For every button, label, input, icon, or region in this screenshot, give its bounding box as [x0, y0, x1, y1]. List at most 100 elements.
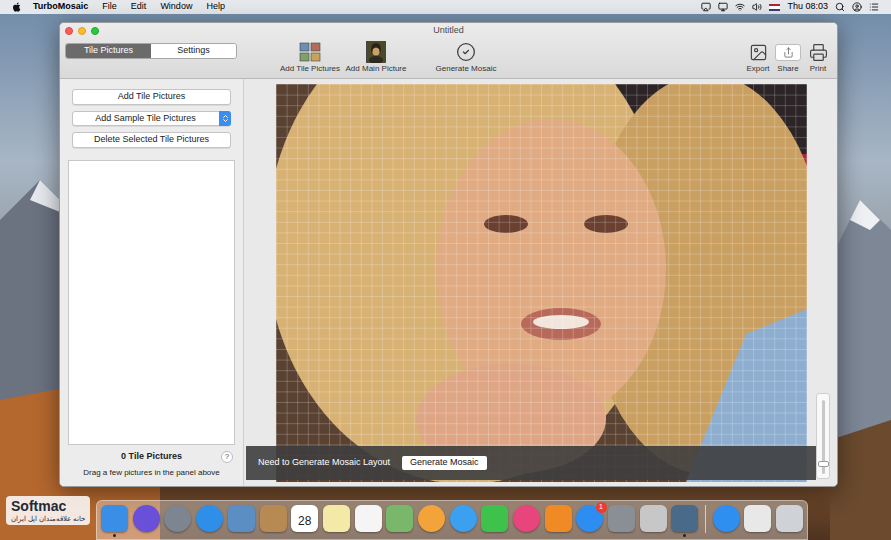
mosaic-preview — [276, 84, 807, 482]
dock-item[interactable] — [744, 505, 771, 539]
flag-icon[interactable] — [769, 4, 780, 11]
app-window: Untitled Tile PicturesSettings Add Tile Pi… — [59, 22, 838, 487]
menu-item[interactable]: Edit — [131, 0, 147, 14]
toolbar: Tile PicturesSettings Add Tile PicturesAd… — [60, 39, 837, 78]
dock-item[interactable] — [133, 505, 160, 539]
sidebar-button[interactable]: Add Tile Pictures — [72, 89, 231, 105]
zoom-track — [822, 400, 825, 474]
app-icon — [481, 505, 508, 532]
zoom-button[interactable] — [91, 27, 99, 35]
dock-item[interactable] — [164, 505, 191, 539]
dock-item[interactable] — [640, 505, 667, 539]
menu-item[interactable]: File — [102, 0, 117, 14]
drag-hint: Drag a few pictures in the panel above — [60, 467, 243, 479]
sidebar: Add Tile Pictures Add Sample Tile Picture… — [60, 79, 244, 486]
app-icon: 28 — [291, 505, 318, 532]
help-button[interactable]: ? — [221, 451, 233, 463]
dropdown-button[interactable]: Add Sample Tile Pictures — [72, 111, 231, 127]
spotlight-icon[interactable] — [835, 2, 845, 12]
dock-item[interactable] — [418, 505, 445, 539]
toolbar-button[interactable]: Generate Mosaic — [433, 39, 499, 75]
traffic-lights — [65, 27, 99, 35]
dock-item[interactable] — [450, 505, 477, 539]
menu-item[interactable]: Help — [206, 0, 225, 14]
sidebar-button[interactable]: Delete Selected Tile Pictures — [72, 132, 231, 148]
running-dot — [683, 534, 686, 537]
dock-badge: 1 — [596, 502, 607, 513]
tile-list[interactable] — [68, 160, 235, 445]
display-icon[interactable] — [718, 2, 728, 12]
dock-item[interactable] — [713, 505, 740, 539]
calendar-date: 28 — [298, 515, 311, 527]
tile-count-row: 0 Tile Pictures? — [60, 450, 243, 464]
share-icon — [783, 47, 794, 58]
dock-item[interactable] — [355, 505, 382, 539]
check-circle-icon — [456, 42, 476, 62]
user-icon[interactable] — [852, 2, 862, 12]
dock-item[interactable] — [196, 505, 223, 539]
window-body: Add Tile Pictures Add Sample Tile Picture… — [60, 79, 837, 486]
tab[interactable]: Tile Pictures — [66, 44, 151, 58]
app-icon — [196, 505, 223, 532]
toolbar-button[interactable]: Add Tile Pictures — [277, 39, 343, 75]
toolbar-button[interactable]: Print — [803, 39, 833, 75]
menu-item[interactable]: Window — [160, 0, 192, 14]
title-bar: Untitled — [60, 23, 837, 39]
minimize-button[interactable] — [78, 27, 86, 35]
dock-item[interactable] — [513, 505, 540, 539]
app-icon — [260, 505, 287, 532]
generate-mosaic-button[interactable]: Generate Mosaic — [402, 456, 487, 470]
app-icon — [671, 505, 698, 532]
dock-item[interactable] — [776, 505, 803, 539]
apple-icon[interactable] — [12, 2, 21, 12]
app-icon — [608, 505, 635, 532]
zoom-thumb[interactable] — [818, 461, 829, 467]
tab[interactable]: Settings — [151, 44, 236, 58]
app-icon — [744, 505, 771, 532]
menu-bar: TurboMosaic File Edit Window Help Thu 08:03 — [0, 0, 891, 14]
dock-item[interactable] — [671, 505, 698, 539]
zoom-slider[interactable] — [816, 393, 830, 479]
app-icon — [418, 505, 445, 532]
dock: 28 1 — [96, 500, 808, 540]
airplay-icon[interactable] — [701, 2, 711, 12]
dock-item[interactable] — [259, 505, 286, 539]
app-icon — [640, 505, 667, 532]
clock[interactable]: Thu 08:03 — [787, 0, 828, 14]
dock-item[interactable]: 1 — [576, 505, 603, 539]
watermark-tagline: خانه علاقه‌مندان اپل ایران — [11, 514, 85, 523]
volume-icon[interactable] — [752, 2, 762, 12]
app-menu[interactable]: TurboMosaic — [33, 0, 88, 14]
dock-item[interactable] — [608, 505, 635, 539]
app-icon — [776, 505, 803, 532]
toolbar-button[interactable]: Share — [773, 39, 803, 75]
dock-item[interactable] — [481, 505, 508, 539]
dock-item[interactable] — [323, 505, 350, 539]
toolbar-button[interactable]: Add Main Picture — [343, 39, 409, 75]
mosaic-area: Need to Generate Mosaic LayoutGenerate M… — [244, 79, 837, 486]
status-area: Thu 08:03 — [701, 0, 879, 14]
desktop: TurboMosaic File Edit Window Help Thu 08:03 Un… — [0, 0, 891, 540]
wifi-icon[interactable] — [735, 2, 745, 12]
app-icon — [164, 505, 191, 532]
dropdown-arrow[interactable] — [219, 111, 231, 127]
toolbar-main-group: Add Tile PicturesAdd Main Picture Generat… — [277, 39, 499, 75]
dock-item[interactable]: 28 — [291, 505, 318, 539]
chevrons-icon — [221, 114, 230, 123]
dock-separator — [705, 505, 706, 533]
dock-item[interactable] — [101, 505, 128, 539]
app-icon — [101, 505, 128, 532]
close-button[interactable] — [65, 27, 73, 35]
app-icon — [545, 505, 572, 532]
notification-center-icon[interactable] — [869, 2, 879, 12]
share-icon-box — [775, 44, 801, 61]
dock-item[interactable] — [228, 505, 255, 539]
dock-item[interactable] — [545, 505, 572, 539]
app-icon — [513, 505, 540, 532]
dock-item[interactable] — [386, 505, 413, 539]
toolbar-button[interactable]: Export — [743, 39, 773, 75]
tiles-icon — [299, 42, 321, 62]
sidebar-buttons: Add Tile Pictures Add Sample Tile Picture… — [60, 89, 243, 148]
export-image-icon — [749, 43, 768, 62]
watermark: Softmacخانه علاقه‌مندان اپل ایران — [6, 496, 90, 525]
